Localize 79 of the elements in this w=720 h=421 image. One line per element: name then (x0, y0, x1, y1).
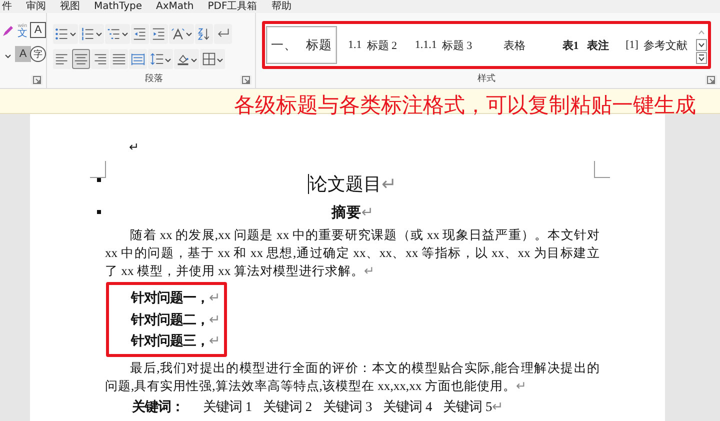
dialog-launcher-button[interactable] (705, 75, 717, 85)
shading-icon (176, 52, 190, 66)
keyword: 关键词 5↵ (443, 398, 504, 416)
bold-line: 针对问题一，↵ (131, 289, 221, 307)
align-right-icon (93, 52, 107, 66)
bold-line: 针对问题三，↵ (131, 332, 221, 350)
body-paragraph: 随着 xx 的发展,xx 问题是 xx 中的重要研究课题（或 xx 现象日益严重）。本文针对 xx 中的问题，基于 xx 和 xx 思想,通过确定 xx、xx、xx 等指标，以 xx、xx 为目标建立了 xx 模型，并使用 xx 算法对模型进行求解。↵ (105, 227, 600, 280)
bullets-button[interactable] (53, 24, 78, 44)
dialog-launcher-button[interactable] (240, 75, 252, 85)
menu-item[interactable]: 帮助 (271, 0, 292, 13)
align-center-icon (74, 52, 88, 66)
keyword: 关键词 2 (263, 398, 312, 416)
more-styles-button[interactable] (696, 52, 707, 64)
bullet-mark (97, 210, 101, 214)
style-item[interactable]: 1.1.1 标题 3 (408, 26, 479, 64)
numbering-icon (81, 26, 95, 41)
align-left-button[interactable] (53, 49, 71, 70)
distribute-button[interactable] (129, 49, 147, 70)
style-item[interactable]: 一、 标题 (266, 26, 337, 64)
shading-button[interactable] (174, 49, 199, 70)
keywords-label: 关键词： (132, 398, 184, 416)
scroll-down-icon (698, 42, 705, 48)
group-label: 样式 (478, 72, 496, 85)
circled-character-button[interactable]: 字 (30, 46, 46, 62)
borders-icon (202, 52, 216, 66)
increase-indent-button[interactable] (150, 24, 168, 44)
line-spacing-button[interactable] (148, 49, 173, 70)
dialog-launcher-icon (242, 76, 250, 84)
keyword: 关键词 4 (383, 398, 432, 416)
more-icon (698, 54, 705, 62)
margin-corner-mark (594, 161, 610, 178)
highlighter-icon (0, 24, 14, 38)
menu-item[interactable]: MathType (94, 0, 142, 13)
menu-item[interactable]: 审阅 (26, 0, 46, 13)
multilevel-list-button[interactable] (105, 24, 130, 44)
menu-item[interactable]: PDF工具箱 (208, 0, 258, 13)
multilevel-list-icon (107, 26, 121, 41)
justify-icon (112, 52, 126, 66)
boxed-character-button[interactable]: A (30, 22, 46, 38)
keyword: 关键词 3 (323, 398, 372, 416)
keyword: 关键词 1 (203, 398, 252, 416)
align-center-button[interactable] (72, 49, 90, 70)
body-paragraph: 最后,我们对提出的模型进行全面的评价：本文的模型贴合实际,能合理解决提出的问题,具有实用性强,算法效率高等特点,该模型在 xx,xx,xx 方面也能使用。↵ (105, 360, 600, 394)
bold-line: 针对问题二，↵ (131, 310, 221, 328)
decrease-indent-icon (133, 26, 147, 41)
decrease-indent-button[interactable] (131, 24, 149, 44)
dialog-launcher-icon (707, 76, 715, 84)
increase-indent-icon (152, 26, 166, 41)
document-title: 论文题目↵ (308, 173, 397, 197)
borders-button[interactable] (200, 49, 225, 70)
justify-button[interactable] (110, 49, 128, 70)
paragraph-mark: ↵ (129, 139, 140, 156)
bullets-icon (55, 26, 69, 41)
style-item[interactable]: 1.1 标题 2 (337, 26, 408, 64)
shaded-character-button[interactable]: A (15, 46, 31, 62)
group-label: 段落 (145, 72, 163, 85)
style-item[interactable]: 表格 (479, 26, 550, 64)
dialog-launcher-button[interactable] (31, 75, 43, 85)
distribute-icon (131, 52, 145, 66)
text-layout-button[interactable] (169, 24, 194, 44)
style-item[interactable]: [1] 参考文献 (621, 26, 692, 64)
numbering-button[interactable] (79, 24, 104, 44)
formatting-marks-button[interactable] (214, 24, 232, 44)
sort-icon (197, 26, 211, 41)
align-right-button[interactable] (91, 49, 109, 70)
menu-item[interactable]: AxMath (156, 0, 194, 13)
scroll-up-icon (698, 29, 705, 35)
menu-item[interactable]: 件 (2, 0, 12, 13)
annotation-text: 各级标题与各类标注格式，可以复制粘贴一键生成 (234, 92, 696, 113)
sort-button[interactable] (195, 24, 213, 44)
scroll-down-button[interactable] (696, 39, 707, 51)
menu-item[interactable]: 视图 (60, 0, 80, 13)
bullet-mark (97, 178, 101, 182)
align-left-icon (55, 52, 69, 66)
style-item[interactable]: 表1 表注 (550, 26, 621, 64)
section-heading: 摘要↵ (331, 204, 374, 223)
text-layout-icon (171, 26, 185, 41)
dialog-launcher-icon (33, 76, 41, 84)
line-spacing-icon (150, 52, 164, 66)
